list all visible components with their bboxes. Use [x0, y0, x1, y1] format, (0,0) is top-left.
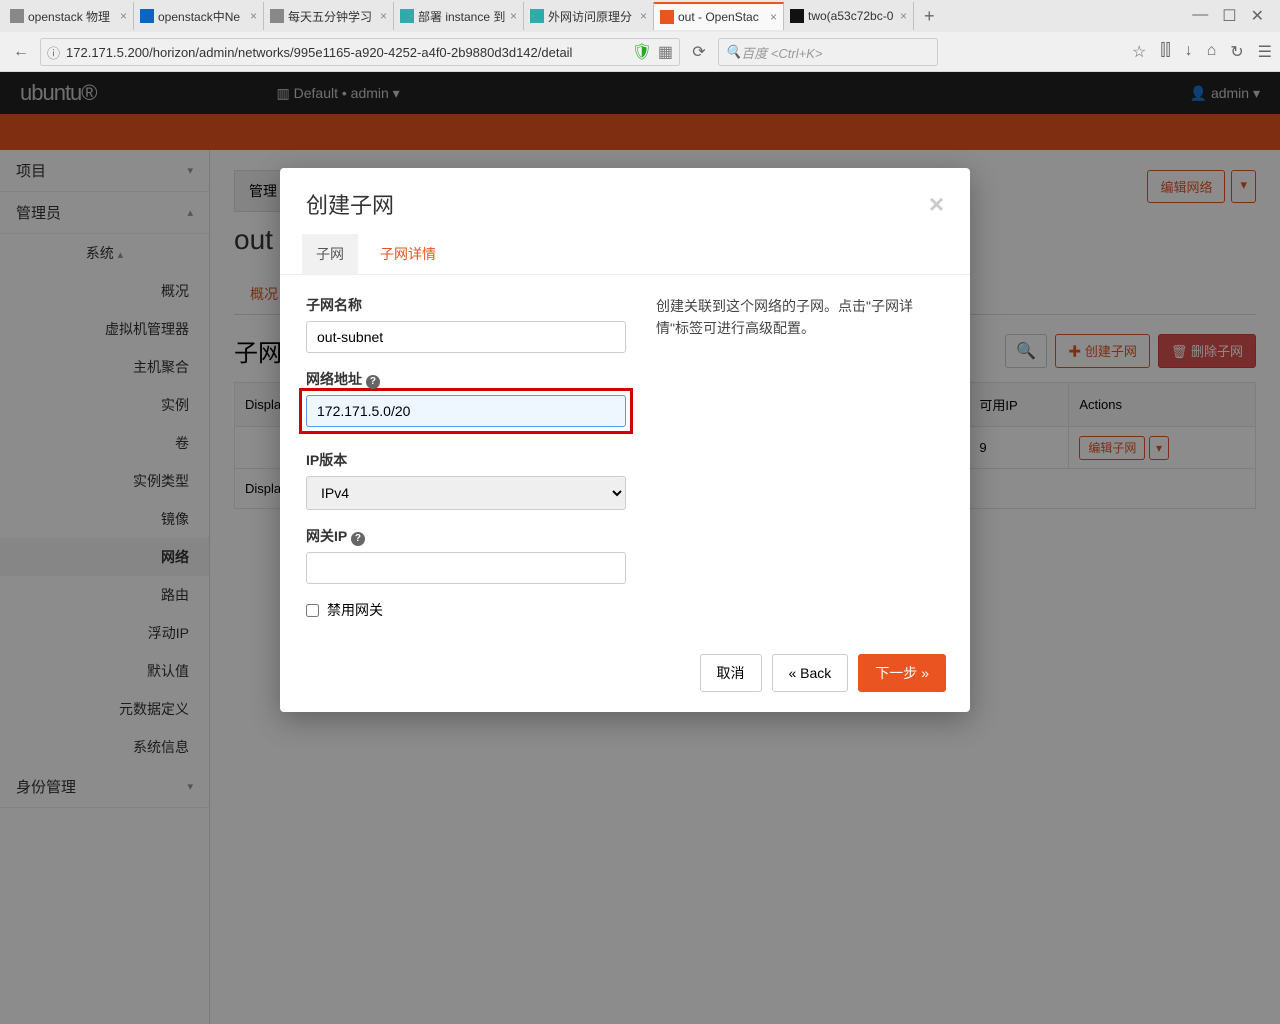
close-window-icon[interactable]: ✕: [1251, 6, 1264, 26]
label-disable-gateway: 禁用网关: [327, 600, 383, 620]
bookmark-icon[interactable]: ☆: [1132, 42, 1146, 62]
label-network-address: 网络地址 ?: [306, 369, 626, 389]
browser-tab[interactable]: openstack 物理×: [4, 2, 134, 30]
label-ip-version: IP版本: [306, 450, 626, 470]
browser-tab-strip: openstack 物理× openstack中Ne× 每天五分钟学习× 部署 …: [0, 0, 1280, 32]
history-icon[interactable]: ↻: [1230, 42, 1243, 62]
label-subnet-name: 子网名称: [306, 295, 626, 315]
new-tab-button[interactable]: +: [914, 6, 945, 27]
back-button[interactable]: « Back: [772, 654, 849, 692]
modal-close-icon[interactable]: ×: [929, 189, 944, 220]
close-icon[interactable]: ×: [120, 9, 127, 23]
modal-tab-detail[interactable]: 子网详情: [366, 234, 450, 274]
ip-version-select[interactable]: IPv4: [306, 476, 626, 510]
highlighted-field: [299, 388, 633, 434]
gateway-ip-input[interactable]: [306, 552, 626, 584]
close-icon[interactable]: ×: [510, 9, 517, 23]
menu-icon[interactable]: ☰: [1258, 42, 1272, 62]
download-icon[interactable]: ↓: [1185, 42, 1193, 62]
reload-icon[interactable]: ⟳: [686, 39, 712, 65]
search-icon: 🔍: [725, 44, 741, 60]
info-icon[interactable]: ⓘ: [47, 43, 60, 62]
network-address-input[interactable]: [306, 395, 626, 427]
close-icon[interactable]: ×: [900, 9, 907, 23]
close-icon[interactable]: ×: [380, 9, 387, 23]
browser-tab[interactable]: 部署 instance 到×: [394, 2, 524, 30]
modal-tab-subnet[interactable]: 子网: [302, 234, 358, 274]
address-bar[interactable]: ⓘ 172.171.5.200/horizon/admin/networks/9…: [40, 38, 680, 66]
library-icon[interactable]: ⫿⫿: [1160, 42, 1170, 62]
minimize-icon[interactable]: —: [1192, 6, 1208, 26]
next-button[interactable]: 下一步 »: [858, 654, 946, 692]
close-icon[interactable]: ×: [250, 9, 257, 23]
help-icon[interactable]: ?: [366, 375, 380, 389]
close-icon[interactable]: ×: [770, 10, 777, 24]
browser-search[interactable]: 🔍 百度 <Ctrl+K>: [718, 38, 938, 66]
disable-gateway-checkbox[interactable]: [306, 604, 319, 617]
close-icon[interactable]: ×: [640, 9, 647, 23]
browser-tab-active[interactable]: out - OpenStac×: [654, 2, 784, 30]
cancel-button[interactable]: 取消: [700, 654, 762, 692]
help-icon[interactable]: ?: [351, 532, 365, 546]
url-text: 172.171.5.200/horizon/admin/networks/995…: [66, 45, 572, 60]
browser-tab[interactable]: openstack中Ne×: [134, 2, 264, 30]
home-icon[interactable]: ⌂: [1207, 42, 1217, 62]
maximize-icon[interactable]: ☐: [1222, 6, 1236, 26]
label-gateway-ip: 网关IP ?: [306, 526, 626, 546]
create-subnet-modal: 创建子网 × 子网 子网详情 子网名称 网络地址 ? IP版本: [280, 168, 970, 712]
browser-tab[interactable]: 外网访问原理分×: [524, 2, 654, 30]
browser-tab[interactable]: two(a53c72bc-0×: [784, 2, 914, 30]
browser-tab[interactable]: 每天五分钟学习×: [264, 2, 394, 30]
nav-back-icon[interactable]: ←: [8, 39, 34, 65]
modal-help-text: 创建关联到这个网络的子网。点击"子网详情"标签可进行高级配置。: [656, 295, 944, 620]
modal-title: 创建子网: [306, 188, 394, 220]
subnet-name-input[interactable]: [306, 321, 626, 353]
